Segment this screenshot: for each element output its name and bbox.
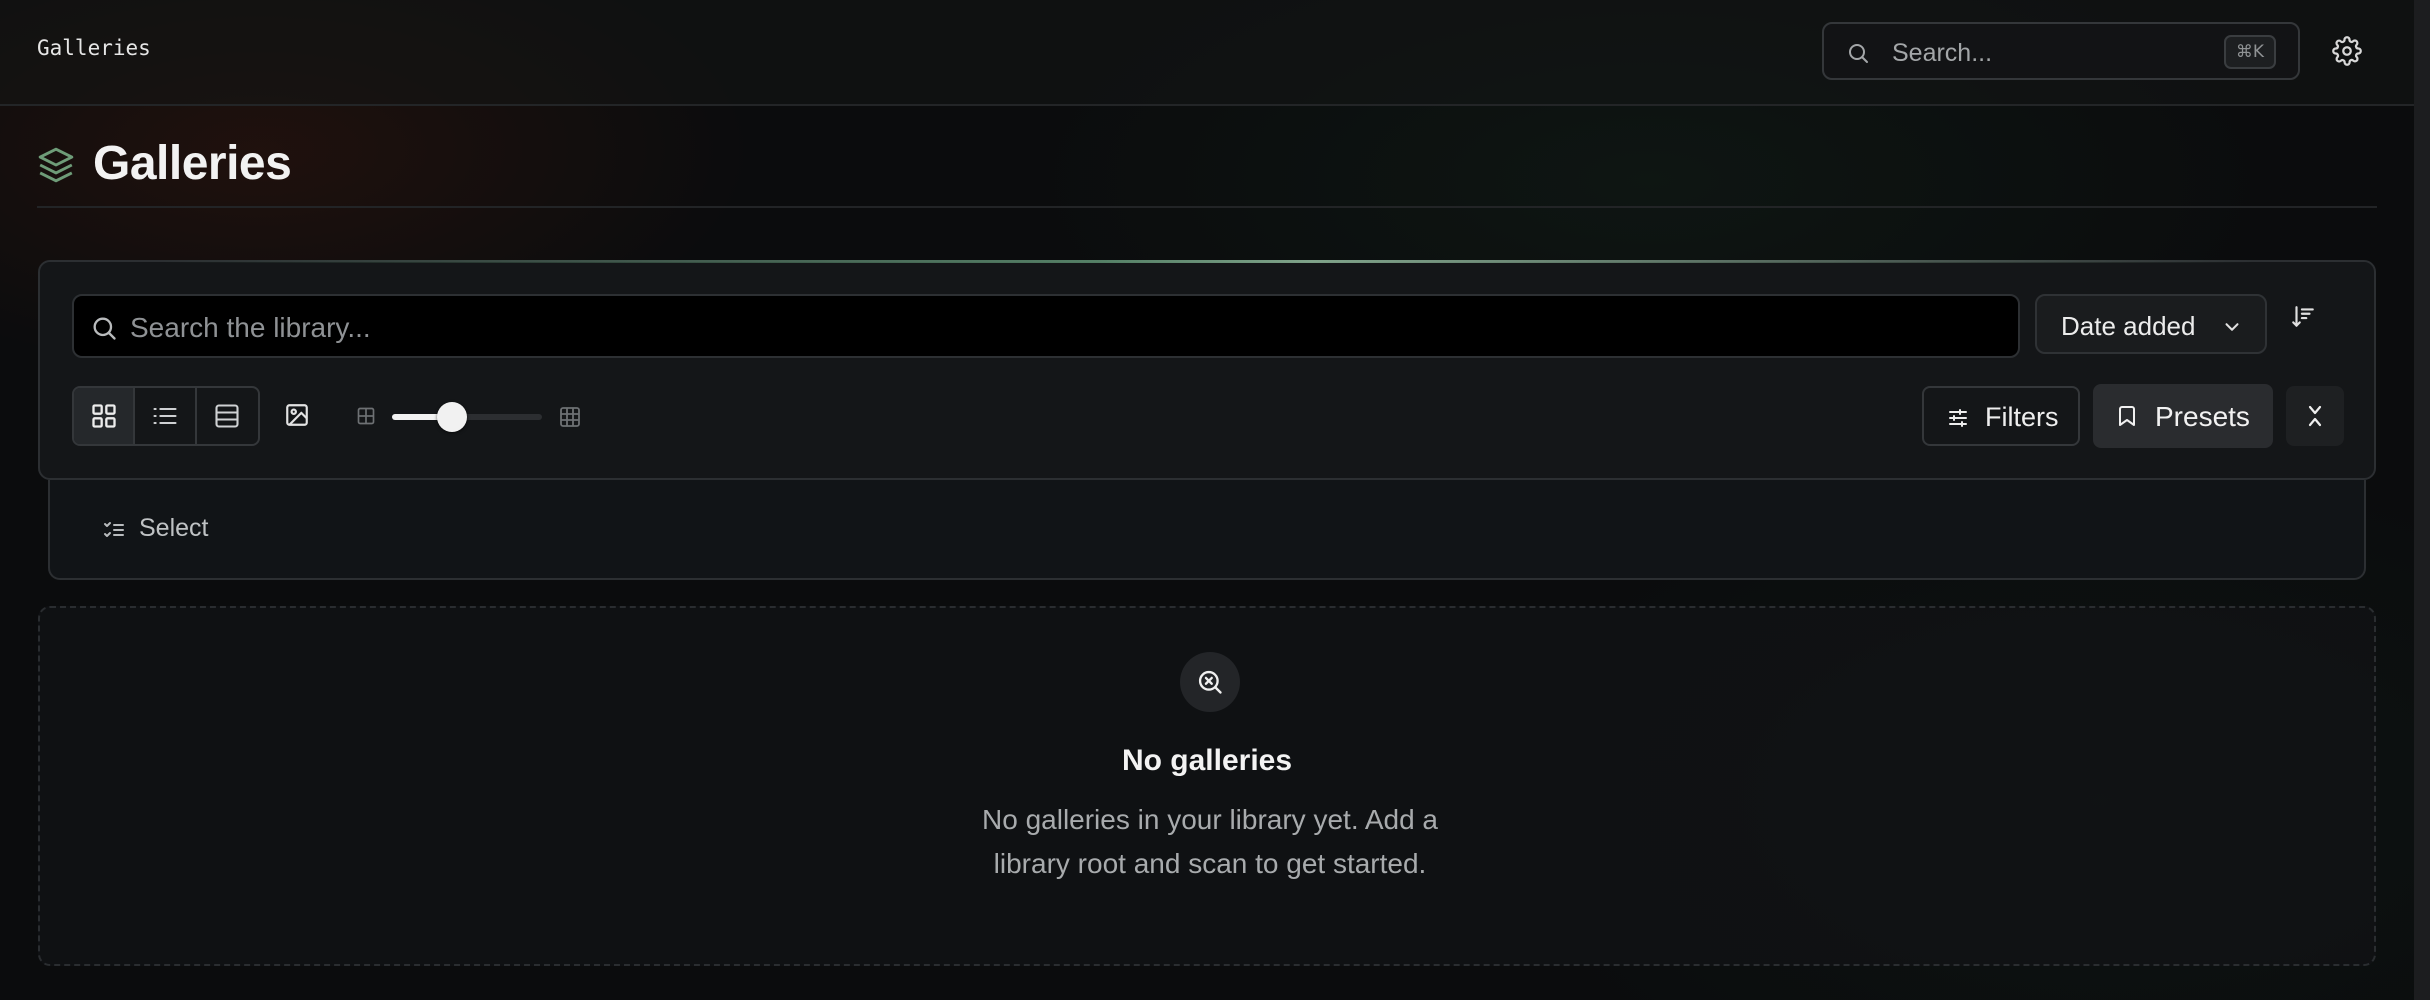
keyboard-shortcut-badge: ⌘K xyxy=(2224,35,2276,69)
chevrons-collapse-icon xyxy=(2308,405,2322,427)
layers-icon xyxy=(37,146,75,189)
grid-view-button[interactable] xyxy=(74,388,136,444)
image-icon[interactable] xyxy=(284,402,310,433)
search-icon xyxy=(1846,41,1870,70)
empty-state: No galleries No galleries in your librar… xyxy=(38,606,2376,966)
sort-direction-icon[interactable] xyxy=(2290,304,2316,335)
top-bar: Galleries Search... ⌘K xyxy=(0,0,2414,106)
table-view-button[interactable] xyxy=(197,388,258,444)
scrollbar[interactable] xyxy=(2414,0,2430,1000)
page-title: Galleries xyxy=(93,137,292,190)
bookmark-icon xyxy=(2115,404,2139,433)
sort-select-value: Date added xyxy=(2061,311,2196,341)
select-button[interactable]: Select xyxy=(139,514,208,543)
search-icon xyxy=(90,314,118,347)
small-grid-icon xyxy=(356,406,376,431)
sort-select[interactable]: Date added xyxy=(2035,294,2267,354)
library-toolbar: Search the library... Date added Filters… xyxy=(38,260,2376,480)
global-search-placeholder: Search... xyxy=(1892,39,1993,67)
list-checks-icon xyxy=(102,518,126,547)
large-grid-icon xyxy=(558,405,582,434)
chevron-down-icon xyxy=(2221,316,2243,343)
list-view-button[interactable] xyxy=(135,388,197,444)
presets-label: Presets xyxy=(2155,401,2250,432)
filters-label: Filters xyxy=(1985,402,2059,432)
rows-icon xyxy=(215,404,239,428)
breadcrumb[interactable]: Galleries xyxy=(37,36,151,60)
panel-accent-line xyxy=(160,260,2254,263)
global-search-input[interactable]: Search... ⌘K xyxy=(1822,22,2300,80)
view-mode-toggle xyxy=(72,386,260,446)
empty-state-icon-badge xyxy=(1180,652,1240,712)
library-search-placeholder: Search the library... xyxy=(130,312,371,343)
grid-icon xyxy=(92,404,116,428)
page-header: Galleries xyxy=(37,132,2377,208)
search-x-icon xyxy=(1198,670,1222,694)
list-icon xyxy=(153,407,177,425)
filters-button[interactable]: Filters xyxy=(1922,386,2080,446)
empty-state-message: No galleries in your library yet. Add a … xyxy=(982,804,1438,879)
gear-icon[interactable] xyxy=(2332,36,2362,71)
empty-state-title: No galleries xyxy=(1121,744,1293,777)
collapse-toolbar-button[interactable] xyxy=(2286,386,2344,446)
presets-button[interactable]: Presets xyxy=(2093,384,2273,448)
sliders-icon xyxy=(1946,406,1970,435)
card-size-slider-thumb[interactable] xyxy=(437,402,467,432)
selection-bar: Select xyxy=(48,480,2366,580)
library-search-input[interactable]: Search the library... xyxy=(72,294,2020,358)
